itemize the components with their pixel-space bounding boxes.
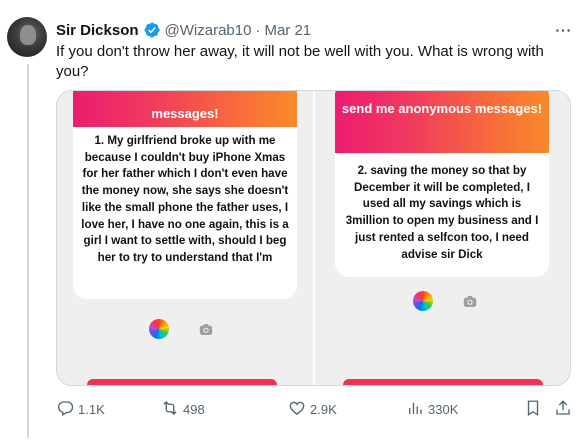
camera-icon	[197, 321, 215, 337]
tweet-media[interactable]: messages! 1. My girlfriend broke up with…	[56, 90, 571, 386]
bookmark-icon	[524, 399, 542, 420]
color-wheel-icon	[149, 319, 169, 339]
thread-line	[27, 64, 29, 438]
author-name[interactable]: Sir Dickson	[56, 22, 139, 39]
image-banner: send me anonymous messages!	[335, 91, 549, 153]
repost-icon	[161, 399, 179, 420]
reply-count: 1.1K	[78, 401, 105, 417]
image-bottom-bar	[343, 379, 543, 385]
reply-icon	[56, 399, 74, 420]
more-icon[interactable]	[553, 22, 573, 38]
tweet-header: Sir Dickson @Wizarab10 · Mar 21	[56, 20, 575, 40]
avatar[interactable]	[7, 17, 47, 57]
camera-icon	[461, 293, 479, 309]
image-banner-text: messages!	[151, 106, 219, 121]
like-button[interactable]: 2.9K	[288, 398, 337, 420]
color-wheel-icon	[413, 291, 433, 311]
tweet[interactable]: Sir Dickson @Wizarab10 · Mar 21 If you d…	[0, 0, 585, 446]
image-banner: messages!	[73, 91, 297, 127]
repost-count: 498	[183, 401, 205, 417]
author-handle[interactable]: @Wizarab10	[165, 22, 252, 39]
header-separator: ·	[255, 21, 261, 39]
tweet-text: If you don't throw her away, it will not…	[56, 43, 544, 80]
bookmark-button[interactable]	[524, 398, 542, 420]
views-button[interactable]: 330K	[406, 398, 458, 420]
share-icon	[554, 399, 572, 420]
action-bar: 1.1K 498 2.9K 330K	[56, 398, 576, 420]
share-button[interactable]	[554, 398, 572, 420]
image-card-text: 1. My girlfriend broke up with me becaus…	[73, 127, 297, 299]
image-icons	[413, 291, 479, 311]
like-count: 2.9K	[310, 401, 337, 417]
repost-button[interactable]: 498	[161, 398, 205, 420]
like-icon	[288, 399, 306, 420]
image-icons	[149, 319, 215, 339]
views-count: 330K	[428, 401, 459, 417]
image-bottom-bar	[87, 379, 277, 385]
media-image-left[interactable]: messages! 1. My girlfriend broke up with…	[57, 91, 313, 385]
verified-badge-icon	[143, 21, 161, 39]
views-icon	[406, 399, 424, 420]
media-image-right[interactable]: send me anonymous messages! 2. saving th…	[313, 91, 570, 385]
reply-button[interactable]: 1.1K	[56, 398, 105, 420]
tweet-date[interactable]: Mar 21	[264, 22, 311, 39]
image-card-text: 2. saving the money so that by December …	[335, 153, 549, 277]
